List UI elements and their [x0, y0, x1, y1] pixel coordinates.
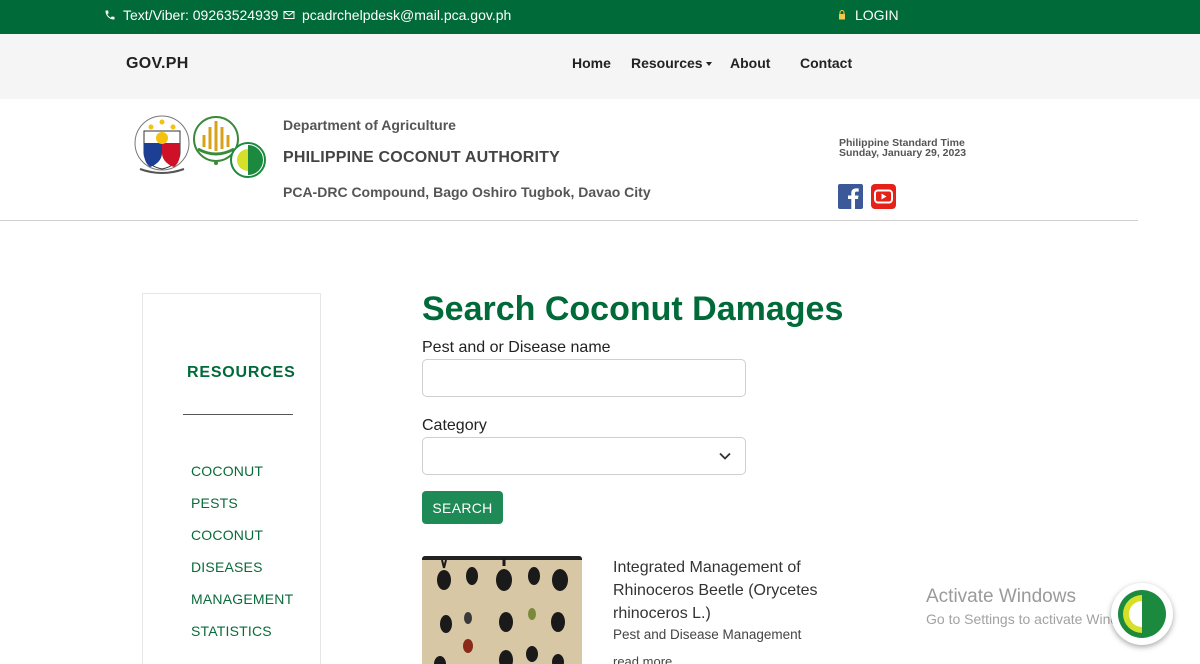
sidebar-title: RESOURCES	[187, 364, 296, 381]
page-title: Search Coconut Damages	[422, 290, 844, 328]
nav-resources[interactable]: Resources	[631, 55, 712, 71]
lock-icon	[839, 10, 845, 20]
phone-contact: Text/Viber: 09263524939	[104, 7, 278, 23]
email-contact[interactable]: pcadrchelpdesk@mail.pca.gov.ph	[283, 7, 511, 23]
pst-date: Sunday, January 29, 2023	[839, 147, 967, 159]
name-field-label: Pest and or Disease name	[422, 339, 611, 356]
sidebar-item-coconut-pests-2[interactable]: PESTS	[191, 495, 238, 511]
brand-link[interactable]: GOV.PH	[126, 55, 189, 73]
caret-down-icon	[705, 62, 712, 67]
philippine-seal-logo	[134, 115, 190, 174]
beetle-collection-image	[422, 556, 582, 664]
agency-name: PHILIPPINE COCONUT AUTHORITY	[283, 149, 561, 166]
mail-icon	[283, 11, 295, 19]
nav-resources-label: Resources	[631, 55, 703, 71]
sidebar-item-coconut-diseases-2[interactable]: DISEASES	[191, 559, 263, 575]
sidebar-item-coconut-pests-1[interactable]: COCONUT	[191, 463, 263, 479]
result-thumbnail[interactable]	[422, 556, 582, 664]
category-select[interactable]	[422, 437, 746, 475]
resources-sidebar: RESOURCES COCONUT PESTS COCONUT DISEASES…	[142, 293, 321, 664]
sidebar-item-coconut-diseases-1[interactable]: COCONUT	[191, 527, 263, 543]
read-more-link[interactable]: read more	[613, 654, 672, 664]
pca-chat-logo-icon	[1115, 587, 1169, 641]
result-category: Pest and Disease Management	[613, 627, 802, 642]
pst-clock: Philippine Standard Time Sunday, January…	[839, 138, 967, 159]
nav-about[interactable]: About	[730, 55, 770, 71]
agency-address: PCA-DRC Compound, Bago Oshiro Tugbok, Da…	[283, 184, 651, 200]
category-field-label: Category	[422, 417, 487, 434]
result-title-link[interactable]: Integrated Management of Rhinoceros Beet…	[613, 556, 843, 625]
main-navbar: GOV.PH Home Resources About Contact	[0, 34, 1200, 99]
pca-logo	[230, 142, 266, 178]
sidebar-item-statistics[interactable]: STATISTICS	[191, 623, 272, 639]
login-label: LOGIN	[855, 7, 899, 23]
facebook-icon[interactable]	[838, 184, 863, 209]
nav-contact[interactable]: Contact	[800, 55, 852, 71]
chevron-down-icon	[719, 452, 731, 460]
phone-text: Text/Viber: 09263524939	[123, 7, 279, 23]
login-link[interactable]: LOGIN	[836, 7, 899, 23]
youtube-icon[interactable]	[871, 184, 896, 209]
header-divider	[0, 220, 1138, 221]
sidebar-item-management[interactable]: MANAGEMENT	[191, 591, 293, 607]
phone-icon	[105, 10, 115, 20]
department-name: Department of Agriculture	[283, 117, 456, 133]
top-bar: Text/Viber: 09263524939 pcadrchelpdesk@m…	[0, 0, 1200, 34]
email-text: pcadrchelpdesk@mail.pca.gov.ph	[302, 7, 512, 23]
activation-watermark-title: Activate Windows	[926, 586, 1076, 607]
search-button[interactable]: SEARCH	[422, 491, 503, 524]
sidebar-divider	[183, 414, 293, 415]
nav-home[interactable]: Home	[572, 55, 611, 71]
pest-disease-name-input[interactable]	[422, 359, 746, 397]
floating-pca-chat-button[interactable]	[1111, 583, 1173, 645]
